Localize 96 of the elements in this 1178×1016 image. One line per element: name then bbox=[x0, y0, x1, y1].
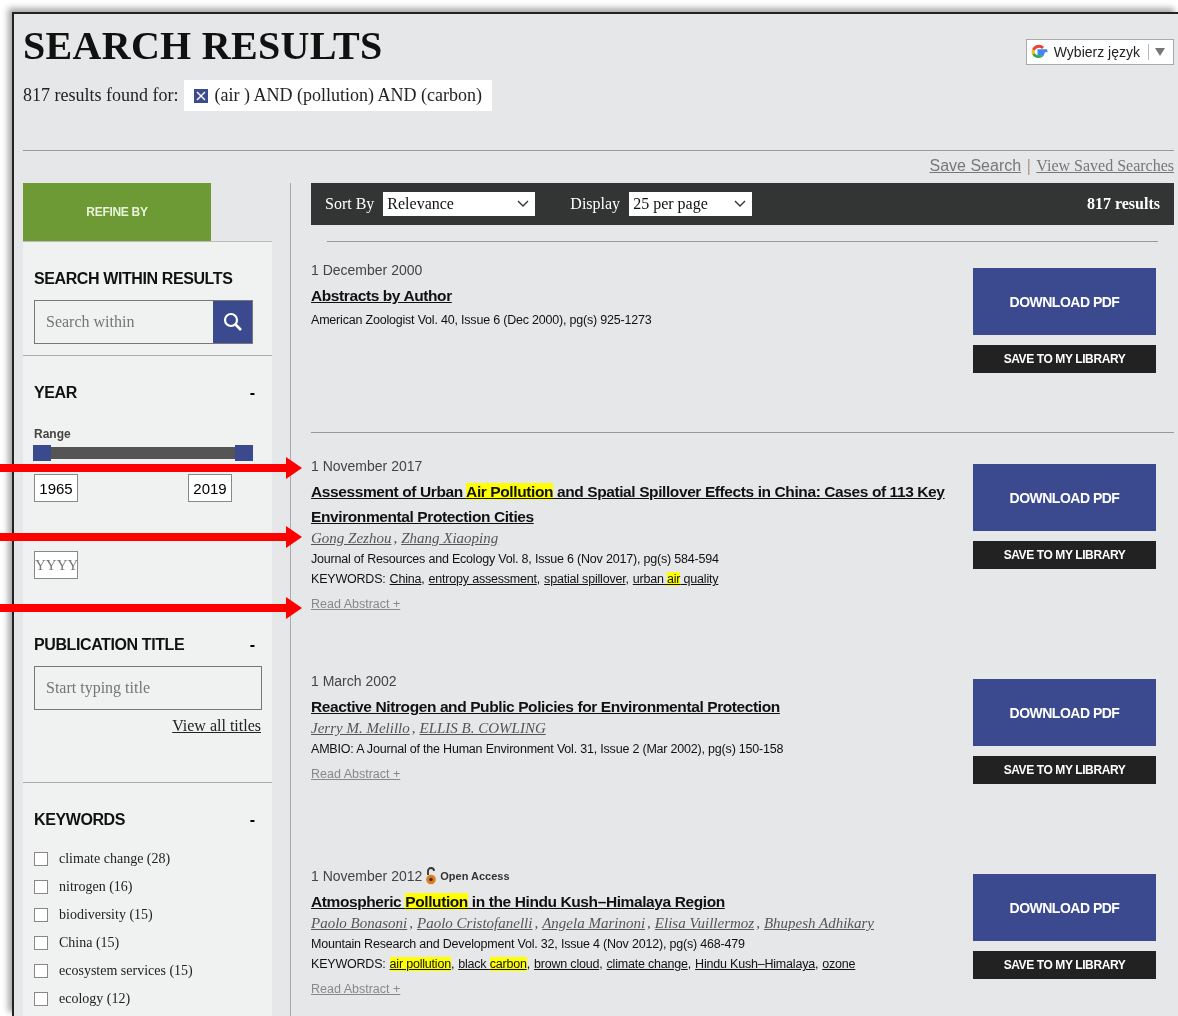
dropdown-caret-icon bbox=[1155, 48, 1165, 56]
keyword-filter-label[interactable]: ecology (12) bbox=[59, 991, 131, 1007]
keyword-separator: , bbox=[526, 957, 530, 971]
save-to-library-button[interactable]: SAVE TO MY LIBRARY bbox=[973, 345, 1156, 373]
year-to-field[interactable]: 2019 bbox=[188, 474, 232, 502]
keyword-filter-label[interactable]: biodiversity (15) bbox=[59, 907, 153, 923]
year-from-field[interactable]: 1965 bbox=[34, 474, 78, 502]
section-heading: YEAR bbox=[34, 384, 77, 402]
sort-select[interactable]: Relevance bbox=[383, 192, 536, 216]
source-citation: American Zoologist Vol. 40, Issue 6 (Dec 2000), pg(s) 925-1273 bbox=[311, 313, 653, 327]
collapse-toggle[interactable]: - bbox=[249, 384, 261, 402]
section-heading: PUBLICATION TITLE bbox=[34, 636, 185, 654]
slider-handle[interactable] bbox=[33, 445, 51, 461]
page-title: SEARCH RESULTS bbox=[23, 24, 384, 68]
author-separator: , bbox=[756, 915, 760, 931]
refine-by-header: REFINE BY bbox=[23, 183, 211, 241]
author-link[interactable]: Angela Marinoni bbox=[542, 915, 646, 931]
remove-icon[interactable] bbox=[194, 88, 209, 103]
publication-date: 1 December 2000 bbox=[311, 262, 423, 278]
author-separator: , bbox=[534, 915, 539, 931]
author-link[interactable]: Paolo Cristofanelli bbox=[417, 915, 533, 931]
keyword-filter-label[interactable]: China (15) bbox=[59, 935, 120, 951]
source-citation: AMBIO: A Journal of the Human Environment Vol. 31, Issue 2 (Mar 2002), pg(s) 150-158 bbox=[311, 742, 785, 756]
slider-handle[interactable] bbox=[235, 445, 253, 461]
open-access-label: Open Access bbox=[440, 870, 510, 882]
keyword-separator: , bbox=[450, 957, 455, 971]
author-separator: , bbox=[411, 720, 416, 736]
checkbox[interactable] bbox=[34, 880, 48, 894]
keyword-separator: , bbox=[599, 957, 603, 971]
download-pdf-button[interactable]: DOWNLOAD PDF bbox=[973, 874, 1156, 941]
keyword-link[interactable]: air pollution bbox=[389, 957, 451, 971]
keyword-link[interactable]: Hindu Kush–Himalaya bbox=[695, 957, 815, 971]
query-text: (air ) AND (pollution) AND (carbon) bbox=[214, 85, 482, 106]
author-link[interactable]: Jerry M. Melillo bbox=[311, 720, 410, 736]
keyword-filter-label[interactable]: nitrogen (16) bbox=[59, 879, 133, 895]
keyword-filter-label[interactable]: ecosystem services (15) bbox=[59, 963, 193, 979]
result-title-link[interactable]: Atmospheric Pollution in the Hindu Kush–Himalaya Region bbox=[311, 889, 953, 914]
keyword-separator: , bbox=[687, 957, 692, 971]
display-label: Display bbox=[570, 195, 621, 213]
checkbox[interactable] bbox=[34, 992, 48, 1006]
results-label: 817 results found for: bbox=[23, 85, 179, 106]
keyword-filter-label[interactable]: climate change (28) bbox=[59, 851, 171, 867]
save-to-library-button[interactable]: SAVE TO MY LIBRARY bbox=[973, 756, 1156, 784]
keywords-label: KEYWORDS: bbox=[311, 572, 386, 586]
checkbox[interactable] bbox=[34, 852, 48, 866]
download-pdf-button[interactable]: DOWNLOAD PDF bbox=[973, 464, 1156, 531]
author-separator: , bbox=[393, 530, 398, 546]
keyword-separator: , bbox=[814, 957, 819, 971]
language-select[interactable]: Wybierz język bbox=[1025, 39, 1174, 65]
section-heading: KEYWORDS bbox=[34, 811, 126, 829]
keyword-link[interactable]: entropy assessment bbox=[428, 572, 537, 586]
author-link[interactable]: Gong Zezhou bbox=[311, 530, 392, 546]
save-to-library-button[interactable]: SAVE TO MY LIBRARY bbox=[973, 951, 1156, 979]
author-link[interactable]: ELLIS B. COWLING bbox=[419, 720, 546, 736]
range-label: Range bbox=[34, 427, 72, 441]
publication-title-field[interactable]: Start typing title bbox=[34, 666, 262, 710]
result-title-link[interactable]: Reactive Nitrogen and Public Policies for Environmental Protection bbox=[311, 694, 953, 719]
keyword-separator: , bbox=[421, 572, 425, 586]
keywords-label: KEYWORDS: bbox=[311, 957, 386, 971]
keyword-separator: , bbox=[536, 572, 541, 586]
author-link[interactable]: Bhupesh Adhikary bbox=[763, 915, 875, 931]
author-link[interactable]: Elisa Vuillermoz bbox=[654, 915, 755, 931]
checkbox[interactable] bbox=[34, 964, 48, 978]
view-saved-searches-link[interactable]: View Saved Searches bbox=[1036, 157, 1174, 175]
author-separator: , bbox=[409, 915, 413, 931]
checkbox[interactable] bbox=[34, 936, 48, 950]
author-separator: , bbox=[647, 915, 651, 931]
source-citation: Journal of Resources and Ecology Vol. 8, Issue 6 (Nov 2017), pg(s) 584-594 bbox=[311, 552, 720, 566]
chevron-down-icon bbox=[517, 200, 530, 208]
save-to-library-button[interactable]: SAVE TO MY LIBRARY bbox=[973, 541, 1156, 569]
keyword-link[interactable]: climate change bbox=[606, 957, 688, 971]
publication-date: 1 November 2017 bbox=[311, 458, 423, 474]
download-pdf-button[interactable]: DOWNLOAD PDF bbox=[973, 679, 1156, 746]
display-select[interactable]: 25 per page bbox=[629, 192, 753, 216]
chevron-down-icon bbox=[734, 200, 747, 208]
keyword-link[interactable]: ozone bbox=[822, 957, 856, 971]
collapse-toggle[interactable]: - bbox=[249, 811, 261, 829]
save-search-link[interactable]: Save Search bbox=[929, 157, 1022, 175]
section-heading: SEARCH WITHIN RESULTS bbox=[34, 270, 234, 288]
checkbox[interactable] bbox=[34, 908, 48, 922]
result-title-link[interactable]: Abstracts by Author bbox=[311, 283, 953, 308]
result-title-link[interactable]: Assessment of Urban Air Pollution and Spatial Spillover Effects in China: Cases of 113 Key Environmental Protection Cities bbox=[311, 479, 953, 529]
author-link[interactable]: Zhang Xiaoping bbox=[401, 530, 499, 546]
results-count: 817 results bbox=[1086, 195, 1160, 213]
collapse-toggle[interactable]: - bbox=[249, 636, 261, 654]
lock-icon bbox=[425, 867, 438, 885]
source-citation: Mountain Research and Development Vol. 32, Issue 4 (Nov 2012), pg(s) 468-479 bbox=[311, 937, 746, 951]
link-separator: | bbox=[1027, 157, 1031, 175]
keyword-separator: , bbox=[625, 572, 629, 586]
view-all-titles-link[interactable]: View all titles bbox=[172, 717, 261, 734]
publication-date: 1 November 2012 bbox=[311, 868, 423, 884]
download-pdf-button[interactable]: DOWNLOAD PDF bbox=[973, 268, 1156, 335]
author-link[interactable]: Paolo Bonasoni bbox=[311, 915, 408, 931]
publication-date: 1 March 2002 bbox=[311, 673, 397, 689]
sort-label: Sort By bbox=[325, 195, 375, 213]
google-icon bbox=[1029, 43, 1048, 61]
